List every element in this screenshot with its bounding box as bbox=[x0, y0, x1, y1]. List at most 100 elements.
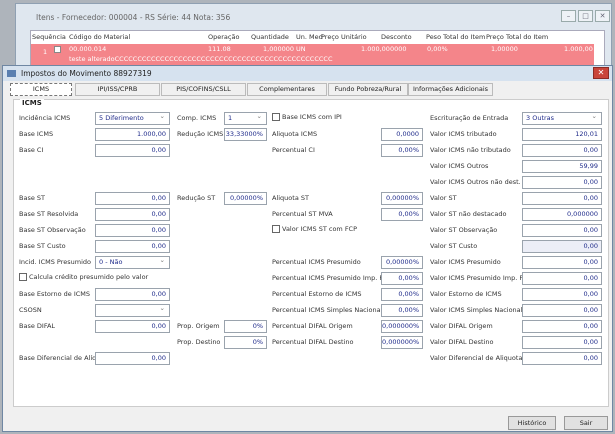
base-difal-field[interactable]: 0,00 bbox=[95, 320, 170, 333]
aliquota-icms-value: 0,0000 bbox=[396, 130, 419, 138]
valor-icms-presumido-imp-pr-field[interactable]: 0,00 bbox=[522, 272, 602, 285]
percentual-difal-origem-field[interactable]: 0,000000% bbox=[381, 320, 423, 333]
minimize-button[interactable]: – bbox=[561, 10, 576, 22]
tab-complementares[interactable]: Complementares bbox=[247, 83, 327, 96]
base-st-resolvida-value: 0,00 bbox=[151, 210, 166, 218]
aliquota-icms-label: Aliquota ICMS bbox=[272, 130, 318, 138]
checkbox-box[interactable] bbox=[272, 113, 280, 121]
dialog-title: Impostos do Movimento 88927319 bbox=[21, 69, 152, 78]
percentual-ci-field[interactable]: 0,00% bbox=[381, 144, 423, 157]
checkbox-box[interactable] bbox=[19, 273, 27, 281]
tab-icms[interactable]: ICMS bbox=[10, 83, 72, 96]
base-st-resolvida-label: Base ST Resolvida bbox=[19, 210, 79, 218]
valor-difal-origem-label: Valor DIFAL Origem bbox=[430, 322, 493, 330]
base-st-resolvida-field[interactable]: 0,00 bbox=[95, 208, 170, 221]
csosn-select[interactable] bbox=[95, 303, 170, 317]
prop-destino-field[interactable]: 0% bbox=[224, 336, 267, 349]
valor-icms-st-com-fcp-checkbox[interactable]: Valor ICMS ST com FCP bbox=[272, 225, 357, 233]
cell-operacao: 111.08 bbox=[208, 45, 231, 53]
prop-destino-label: Prop. Destino bbox=[177, 338, 221, 346]
historico-button[interactable]: Histórico bbox=[508, 416, 556, 430]
valor-st-nao-destacado-field[interactable]: 0,000000 bbox=[522, 208, 602, 221]
row-checkbox[interactable] bbox=[54, 46, 61, 53]
percentual-icms-presumido-field[interactable]: 0,00000% bbox=[381, 256, 423, 269]
sair-button[interactable]: Sair bbox=[564, 416, 608, 430]
incid-icms-presumido-select[interactable]: 0 - Não bbox=[95, 255, 170, 269]
base-st-custo-field[interactable]: 0,00 bbox=[95, 240, 170, 253]
valor-difal-destino-label: Valor DIFAL Destino bbox=[430, 338, 494, 346]
base-st-custo-value: 0,00 bbox=[151, 242, 166, 250]
cell-peso: 1,00000 bbox=[491, 45, 518, 53]
valor-icms-outros-nao-dest-field[interactable]: 0,00 bbox=[522, 176, 602, 189]
valor-icms-nao-tributado-label: Valor ICMS não tributado bbox=[430, 146, 511, 154]
app-icon bbox=[7, 70, 16, 77]
base-st-observacao-field[interactable]: 0,00 bbox=[95, 224, 170, 237]
valor-icms-tributado-field[interactable]: 120,01 bbox=[522, 128, 602, 141]
percentual-difal-destino-field[interactable]: 0,000000% bbox=[381, 336, 423, 349]
tab-informa-es-adicionais[interactable]: Informações Adicionais bbox=[408, 83, 493, 96]
valor-icms-outros-field[interactable]: 59,99 bbox=[522, 160, 602, 173]
checkbox-box[interactable] bbox=[272, 225, 280, 233]
base-icms-com-ipi-checkbox[interactable]: Base ICMS com IPI bbox=[272, 113, 342, 121]
base-st-field[interactable]: 0,00 bbox=[95, 192, 170, 205]
aliquota-icms-field[interactable]: 0,0000 bbox=[381, 128, 423, 141]
comp-icms-select[interactable]: 1 bbox=[224, 111, 267, 125]
column-header[interactable]: Preço Total do Item bbox=[486, 33, 548, 41]
reducao-icms-field[interactable]: 33,33000% bbox=[224, 128, 267, 141]
cell-seq: 1 bbox=[43, 48, 48, 56]
table-row[interactable]: 1 00.000.014 teste alteradoCCCCCCCCCCCCC… bbox=[31, 44, 594, 66]
base-estorno-de-icms-field[interactable]: 0,00 bbox=[95, 288, 170, 301]
column-header[interactable]: Código do Material bbox=[69, 33, 130, 41]
valor-difal-destino-field[interactable]: 0,00 bbox=[522, 336, 602, 349]
base-st-observacao-label: Base ST Observação bbox=[19, 226, 86, 234]
column-header[interactable]: Peso Total do Item bbox=[426, 33, 485, 41]
percentual-estorno-de-icms-field[interactable]: 0,00% bbox=[381, 288, 423, 301]
column-header[interactable]: Un. Med bbox=[296, 33, 323, 41]
close-dialog-button[interactable]: ✕ bbox=[593, 67, 609, 79]
base-icms-com-ipi-label: Base ICMS com IPI bbox=[282, 113, 342, 121]
valor-difal-origem-field[interactable]: 0,00 bbox=[522, 320, 602, 333]
close-button[interactable]: ✕ bbox=[595, 10, 610, 22]
incidencia-icms-value: 5 Diferimento bbox=[99, 114, 144, 122]
base-ci-field[interactable]: 0,00 bbox=[95, 144, 170, 157]
base-diferencial-de-aliq-field[interactable]: 0,00 bbox=[95, 352, 170, 365]
valor-st-observacao-value: 0,00 bbox=[583, 226, 598, 234]
column-header[interactable]: Sequência bbox=[32, 33, 66, 41]
column-header[interactable]: Operação bbox=[208, 33, 239, 41]
valor-st-nao-destacado-label: Valor ST não destacado bbox=[430, 210, 507, 218]
calcula-credito-presumido-pelo-valor-checkbox[interactable]: Calcula crédito presumido pelo valor bbox=[19, 273, 148, 281]
valor-icms-simples-nacional-field[interactable]: 0,00 bbox=[522, 304, 602, 317]
base-ci-value: 0,00 bbox=[151, 146, 166, 154]
valor-estorno-de-icms-field[interactable]: 0,00 bbox=[522, 288, 602, 301]
percentual-icms-simples-nacional-field[interactable]: 0,00% bbox=[381, 304, 423, 317]
prop-origem-label: Prop. Origem bbox=[177, 322, 220, 330]
percentual-icms-simples-nacional-label: Percentual ICMS Simples Nacional bbox=[272, 306, 383, 314]
base-diferencial-de-aliq-label: Base Diferencial de Alíq. bbox=[19, 354, 99, 362]
percentual-st-mva-field[interactable]: 0,00% bbox=[381, 208, 423, 221]
incidencia-icms-select[interactable]: 5 Diferimento bbox=[95, 111, 170, 125]
prop-origem-field[interactable]: 0% bbox=[224, 320, 267, 333]
base-icms-field[interactable]: 1.000,00 bbox=[95, 128, 170, 141]
reducao-st-field[interactable]: 0,00000% bbox=[224, 192, 267, 205]
aliquota-st-field[interactable]: 0,00000% bbox=[381, 192, 423, 205]
tab-fundo-pobreza-rural[interactable]: Fundo Pobreza/Rural bbox=[328, 83, 408, 96]
percentual-icms-presumido-imp-pr-field[interactable]: 0,00% bbox=[381, 272, 423, 285]
valor-icms-nao-tributado-field[interactable]: 0,00 bbox=[522, 144, 602, 157]
maximize-button[interactable]: □ bbox=[578, 10, 593, 22]
column-header[interactable]: Preço Unitário bbox=[321, 33, 367, 41]
valor-diferencial-de-aliquota-field[interactable]: 0,00 bbox=[522, 352, 602, 365]
escrituracao-de-entrada-select[interactable]: 3 Outras bbox=[522, 111, 602, 125]
tab-ipi-iss-cprb[interactable]: IPI/ISS/CPRB bbox=[75, 83, 160, 96]
valor-st-field[interactable]: 0,00 bbox=[522, 192, 602, 205]
valor-icms-presumido-field[interactable]: 0,00 bbox=[522, 256, 602, 269]
column-header[interactable]: Quantidade bbox=[251, 33, 289, 41]
column-header[interactable]: Desconto bbox=[381, 33, 412, 41]
valor-estorno-de-icms-label: Valor Estorno de ICMS bbox=[430, 290, 502, 298]
percentual-estorno-de-icms-value: 0,00% bbox=[398, 290, 419, 298]
tab-pis-cofins-csll[interactable]: PIS/COFINS/CSLL bbox=[161, 83, 246, 96]
base-difal-value: 0,00 bbox=[151, 322, 166, 330]
percentual-icms-simples-nacional-value: 0,00% bbox=[398, 306, 419, 314]
base-estorno-de-icms-value: 0,00 bbox=[151, 290, 166, 298]
valor-st-custo-field[interactable]: 0,00 bbox=[522, 240, 602, 253]
valor-st-observacao-field[interactable]: 0,00 bbox=[522, 224, 602, 237]
